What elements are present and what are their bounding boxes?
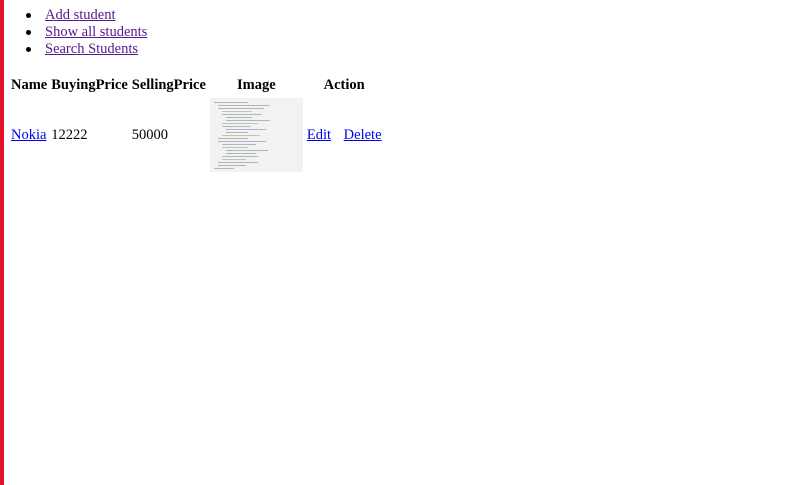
column-header-name: Name	[11, 77, 48, 93]
cell-name: Nokia	[10, 97, 48, 173]
table-row: Nokia 12222 50000 Edit Delete	[10, 97, 383, 173]
cell-selling-price: 50000	[131, 97, 207, 173]
add-student-link[interactable]: Add student	[45, 7, 115, 23]
column-header-action: Action	[323, 77, 365, 93]
records-table: Name BuyingPrice SellingPrice Image Acti…	[8, 73, 385, 175]
left-accent-bar	[0, 0, 4, 485]
show-all-students-link[interactable]: Show all students	[45, 24, 147, 40]
nav-list: Add student Show all students Search Stu…	[26, 7, 147, 58]
bullet-icon	[26, 13, 31, 18]
table-header-row: Name BuyingPrice SellingPrice Image Acti…	[10, 75, 383, 95]
cell-buying-price: 12222	[51, 126, 88, 143]
column-header-buying-price: BuyingPrice	[51, 77, 128, 93]
selling-price-value: 50000	[131, 126, 169, 143]
bullet-icon	[26, 47, 31, 52]
cell-action: Edit Delete	[306, 97, 383, 173]
nav-item-add-student: Add student	[26, 7, 147, 24]
column-header-selling-price: SellingPrice	[131, 77, 206, 93]
delete-link[interactable]: Delete	[344, 127, 382, 143]
product-name-link[interactable]: Nokia	[11, 127, 46, 143]
bullet-icon	[26, 30, 31, 35]
column-header-image: Image	[237, 77, 276, 93]
edit-link[interactable]: Edit	[307, 127, 331, 143]
nav-item-search-students: Search Students	[26, 41, 147, 58]
product-image	[209, 98, 303, 172]
search-students-link[interactable]: Search Students	[45, 41, 138, 57]
cell-image	[209, 97, 304, 173]
nav-item-show-all-students: Show all students	[26, 24, 147, 41]
